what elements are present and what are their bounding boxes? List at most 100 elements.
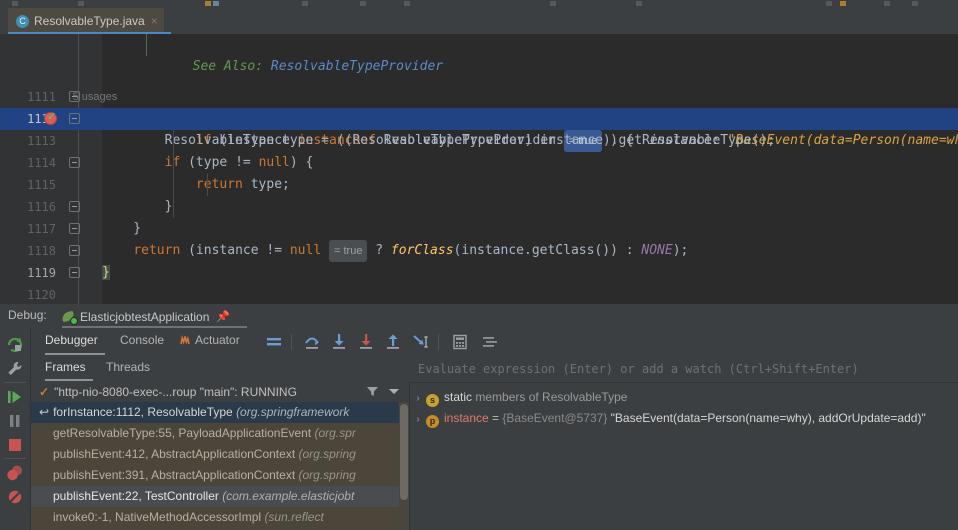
variable-row-static-members[interactable]: › s static members of ResolvableType <box>410 387 958 408</box>
frame-label: publishEvent:412, AbstractApplicationCon… <box>53 447 299 461</box>
variable-name: static <box>444 390 473 404</box>
evaluate-placeholder: Evaluate expression (Enter) or add a wat… <box>418 361 859 376</box>
close-icon[interactable]: × <box>151 15 158 27</box>
frame-row[interactable]: getResolvableType:55, PayloadApplication… <box>31 423 399 444</box>
pin-icon[interactable]: 📌 <box>216 310 230 323</box>
code-line-1120[interactable]: 1120 <box>0 284 958 304</box>
chevron-right-icon[interactable]: › <box>410 409 426 430</box>
frame-row[interactable]: publishEvent:391, AbstractApplicationCon… <box>31 465 399 486</box>
static-badge-icon: s <box>426 394 439 407</box>
frame-row[interactable]: publishEvent:22, TestController (com.exa… <box>31 486 399 507</box>
token-none: NONE <box>641 243 673 258</box>
token-forclass: forClass <box>390 243 454 258</box>
editor-tab-strip: C ResolvableType.java × <box>0 8 958 34</box>
debug-window-header: Debug: ElasticjobtestApplication 📌 <box>0 304 958 328</box>
pause-program-button[interactable] <box>4 410 26 432</box>
tab-console[interactable]: Console <box>120 333 164 351</box>
token-return: return <box>195 177 243 192</box>
layout-settings-button[interactable] <box>481 333 499 354</box>
frame-label: publishEvent:391, AbstractApplicationCon… <box>53 468 299 482</box>
variable-name: instance <box>444 411 489 425</box>
code-line-1118[interactable]: 1118 return (instance != null = true ? f… <box>0 240 958 262</box>
inline-value-chip-true[interactable]: = true <box>329 240 368 262</box>
code-line-1115[interactable]: 1115 return type; <box>0 174 958 196</box>
frame-label: publishEvent:22, TestController <box>53 489 223 503</box>
run-to-cursor-button[interactable] <box>411 333 431 354</box>
fold-icon[interactable] <box>69 267 80 278</box>
variable-row-instance[interactable]: › p instance = {BaseEvent@5737} "BaseEvent… <box>410 408 958 429</box>
tab-actuator-label: Actuator <box>195 333 240 347</box>
variables-pane: Evaluate expression (Enter) or add a wat… <box>410 355 958 530</box>
frame-row[interactable]: ↩ forInstance:1112, ResolvableType (org.s… <box>31 402 399 423</box>
class-icon: C <box>16 14 29 28</box>
fold-icon[interactable] <box>69 113 80 124</box>
code-line-1117[interactable]: 1117 } <box>0 218 958 240</box>
code-line-1119[interactable]: 1119 } <box>0 262 958 284</box>
frames-pane: ✓ "http-nio-8080-exec-...roup "main": RU… <box>31 381 410 530</box>
editor-tab-resolvabletype[interactable]: C ResolvableType.java × <box>8 8 164 34</box>
thread-selector[interactable]: ✓ "http-nio-8080-exec-...roup "main": RU… <box>31 381 409 402</box>
code-line-1114[interactable]: 1114 if (type != null) { <box>0 152 958 174</box>
frame-package: (org.springframework <box>236 405 350 419</box>
code-line-1113[interactable]: 1113 ResolvableType type = ((ResolvableT… <box>0 130 958 152</box>
evaluate-expression-button[interactable] <box>451 333 469 354</box>
checkmark-icon: ✓ <box>39 384 50 399</box>
tab-threads[interactable]: Threads <box>106 360 150 374</box>
fold-icon[interactable] <box>69 91 80 102</box>
code-editor[interactable]: See Also: ResolvableTypeProvider 5 usage… <box>0 34 958 304</box>
chevron-right-icon[interactable]: › <box>410 388 426 409</box>
fold-icon[interactable] <box>69 245 80 256</box>
frame-label: invoke0:-1, NativeMethodAccessorImpl <box>53 510 265 524</box>
breakpoint-verified-icon: ✓ <box>47 111 57 123</box>
frame-package: (org.spring <box>298 468 356 482</box>
usages-hint-row[interactable]: 5 usages <box>0 64 958 103</box>
tab-debugger[interactable]: Debugger <box>45 333 98 351</box>
tab-frames[interactable]: Frames <box>45 360 86 374</box>
step-out-button[interactable] <box>384 333 402 354</box>
frame-package: (com.example.elasticjobt <box>222 489 355 503</box>
code-line-1112-current[interactable]: 1112 ✓ if (instance instanceof Resolvabl… <box>0 108 958 152</box>
line-number: 1119 <box>27 266 56 280</box>
frame-row[interactable]: publishEvent:412, AbstractApplicationCon… <box>31 444 399 465</box>
breakpoint-icon[interactable]: ✓ <box>44 111 57 125</box>
rerun-button[interactable] <box>4 334 26 356</box>
filter-icon[interactable] <box>366 385 379 401</box>
line-number: 1115 <box>27 178 56 192</box>
frame-label: forInstance:1112, ResolvableType <box>53 405 237 419</box>
chevron-down-icon[interactable] <box>389 389 399 394</box>
debug-tool-window: Debug: ElasticjobtestApplication 📌 Debug… <box>0 304 958 530</box>
stop-button[interactable] <box>4 434 26 456</box>
debugger-tab-row: Debugger Console Actuator <box>31 328 958 355</box>
editor-tab-label: ResolvableType.java <box>34 14 145 28</box>
idea-debug-window: C ResolvableType.java × See Also: Resolv… <box>0 0 958 530</box>
step-into-button[interactable] <box>330 333 348 354</box>
show-execution-point-button[interactable] <box>265 333 283 354</box>
code-line-1111[interactable]: 1111 public static ResolvableType forIns… <box>0 86 958 126</box>
frame-package: (org.spr <box>314 426 356 440</box>
variable-value: "BaseEvent(data=Person(name=why), addOrU… <box>610 411 926 425</box>
resume-program-button[interactable] <box>4 386 26 408</box>
fold-icon[interactable] <box>69 157 80 168</box>
line-number: 1118 <box>27 244 56 258</box>
actuator-icon <box>178 334 191 346</box>
fold-icon[interactable] <box>69 223 80 234</box>
frames-scrollbar-thumb[interactable] <box>400 404 408 500</box>
evaluate-expression-input[interactable]: Evaluate expression (Enter) or add a wat… <box>410 355 958 383</box>
view-breakpoints-button[interactable] <box>4 486 26 508</box>
token-return: return <box>133 243 181 258</box>
fold-icon[interactable] <box>69 201 80 212</box>
frame-row[interactable]: invoke0:-1, NativeMethodAccessorImpl (su… <box>31 507 399 528</box>
settings-button[interactable] <box>4 358 26 380</box>
frames-list[interactable]: ↩ forInstance:1112, ResolvableType (org.s… <box>31 402 409 530</box>
code-text: } <box>102 199 173 214</box>
line-number: 1114 <box>27 156 56 170</box>
mute-breakpoints-button[interactable] <box>4 462 26 484</box>
parameter-badge-icon: p <box>426 415 439 428</box>
current-frame-icon: ↩ <box>39 405 50 419</box>
step-over-button[interactable] <box>303 333 321 354</box>
force-step-into-button[interactable] <box>357 333 375 354</box>
code-line-1116[interactable]: 1116 } <box>0 196 958 218</box>
tab-actuator[interactable]: Actuator <box>178 333 240 351</box>
debug-session-tab[interactable]: ElasticjobtestApplication 📌 <box>61 306 230 327</box>
variable-equals: = <box>488 411 503 425</box>
